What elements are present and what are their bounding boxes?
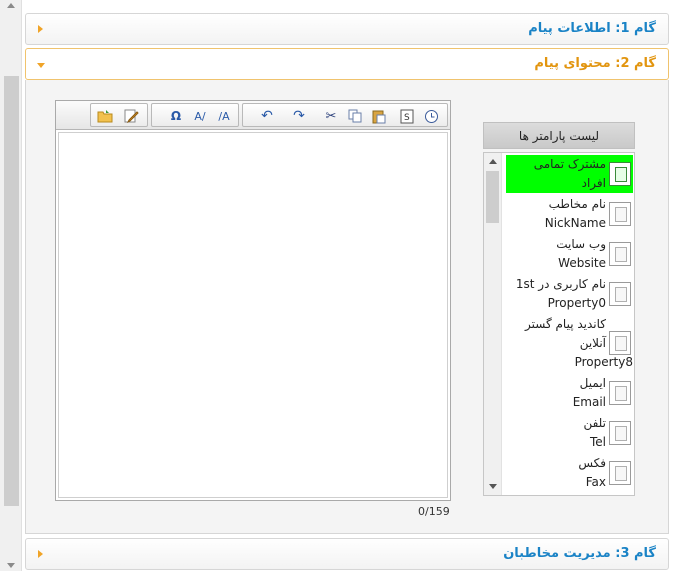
param-list: مشترک تمامی افراد نام مخاطب NickName وب … — [483, 152, 635, 496]
param-label-fa: ایمیل — [579, 376, 606, 390]
scroll-up-icon[interactable] — [7, 3, 15, 8]
param-label-fa: وب سایت — [556, 237, 606, 251]
scroll-up-icon[interactable] — [489, 159, 497, 164]
param-icon — [609, 461, 631, 485]
char-counter: 0/159 — [418, 505, 450, 518]
message-editor: Ω A/ /A ↶ ↷ ✂ S — [55, 100, 451, 501]
param-label-fa: فکس — [578, 456, 606, 470]
param-icon — [609, 381, 631, 405]
page-scrollbar[interactable] — [0, 0, 22, 571]
step3-title: گام 3: مدیریت مخاطبان — [503, 546, 656, 561]
copy-icon[interactable] — [345, 106, 365, 126]
clock-icon[interactable] — [421, 106, 441, 126]
param-icon — [609, 282, 631, 306]
param-label-en: Email — [572, 395, 606, 409]
param-label-fa: کاندید پیام گستر — [525, 317, 606, 331]
scroll-down-icon[interactable] — [7, 563, 15, 568]
param-icon — [609, 242, 631, 266]
toolbar-group-edit: ↶ ↷ ✂ S — [242, 103, 448, 127]
param-item-fax[interactable]: فکس Fax — [506, 454, 633, 492]
source-icon[interactable]: S — [397, 106, 417, 126]
step1-header[interactable]: گام 1: اطلاعات پیام — [25, 13, 669, 45]
param-label-en: Property0 — [547, 296, 606, 310]
paste-icon[interactable] — [369, 106, 389, 126]
param-label-en: Website — [558, 256, 606, 270]
collapse-arrow-icon — [37, 63, 45, 68]
expand-arrow-icon — [38, 25, 43, 33]
message-text-area[interactable] — [58, 132, 448, 498]
step1-title: گام 1: اطلاعات پیام — [528, 21, 656, 36]
toolbar-group-file — [90, 103, 148, 127]
param-icon — [609, 202, 631, 226]
step2-header[interactable]: گام 2: محتوای پیام — [25, 48, 669, 80]
param-icon — [609, 421, 631, 445]
toolbar-group-text: Ω A/ /A — [151, 103, 239, 127]
param-label-en: Tel — [589, 435, 606, 449]
param-label-en: Property8 — [574, 355, 633, 369]
param-item-nickname[interactable]: نام مخاطب NickName — [506, 195, 633, 233]
param-item-all[interactable]: مشترک تمامی افراد — [506, 155, 633, 193]
param-label-fa: مشترک تمامی — [533, 157, 606, 171]
page-root: گام 1: اطلاعات پیام گام 2: محتوای پیام Ω… — [0, 0, 674, 571]
special-char-icon[interactable]: Ω — [166, 106, 186, 126]
param-list-scrollbar[interactable] — [484, 153, 502, 495]
param-label-fa: آنلاین — [579, 336, 606, 350]
param-label-en: Fax — [585, 475, 606, 489]
param-label-fa: نام مخاطب — [548, 197, 606, 211]
redo-icon[interactable]: ↷ — [289, 106, 309, 126]
spellcheck-icon[interactable]: A/ — [190, 106, 210, 126]
param-item-email[interactable]: ایمیل Email — [506, 374, 633, 412]
param-item-tel[interactable]: تلفن Tel — [506, 414, 633, 452]
undo-icon[interactable]: ↶ — [257, 106, 277, 126]
param-list-header: لیست پارامتر ها — [483, 122, 635, 149]
scroll-down-icon[interactable] — [489, 484, 497, 489]
param-icon — [609, 331, 631, 355]
step2-title: گام 2: محتوای پیام — [534, 56, 656, 71]
param-label-en: NickName — [544, 216, 606, 230]
param-label-fa: تلفن — [583, 416, 606, 430]
font-size-icon[interactable]: /A — [214, 106, 234, 126]
expand-arrow-icon — [38, 550, 43, 558]
open-folder-icon[interactable] — [95, 106, 115, 126]
step3-header[interactable]: گام 3: مدیریت مخاطبان — [25, 538, 669, 570]
param-label-fa: افراد — [581, 176, 606, 190]
edit-icon[interactable] — [121, 106, 141, 126]
param-icon — [609, 162, 631, 186]
cut-icon[interactable]: ✂ — [321, 106, 341, 126]
param-item-property8[interactable]: کاندید پیام گستر آنلاین Property8 — [506, 315, 633, 372]
param-item-website[interactable]: وب سایت Website — [506, 235, 633, 273]
param-scrollbar-thumb[interactable] — [486, 171, 499, 223]
scrollbar-thumb[interactable] — [4, 76, 19, 506]
editor-toolbar: Ω A/ /A ↶ ↷ ✂ S — [56, 101, 450, 130]
param-item-property0[interactable]: نام کاربری در 1st Property0 — [506, 275, 633, 313]
svg-text:S: S — [404, 113, 410, 123]
param-label-fa: نام کاربری در 1st — [515, 277, 606, 291]
